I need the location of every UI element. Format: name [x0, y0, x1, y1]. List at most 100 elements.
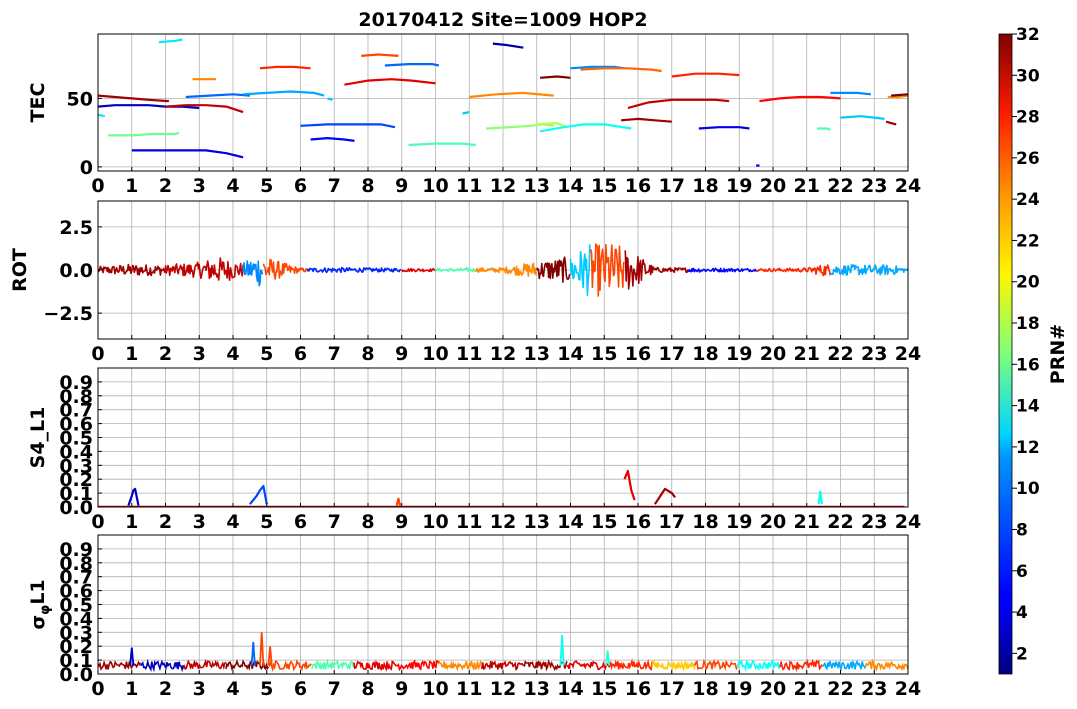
colorbar: 2468101214161820222426283032 PRN#: [998, 25, 1069, 675]
x-tick-label: 15: [591, 678, 617, 700]
panel-2: 0 1 2 3 4 5 6 7 8 9 10 11 12 13 14 15 16 17 18 19 20 21 22 23 24…: [9, 200, 921, 365]
x-tick-label: 8: [361, 343, 374, 365]
series-prn-22: [651, 659, 696, 672]
series-prn-27: [756, 264, 832, 277]
x-tick-label: 3: [193, 678, 206, 700]
series-prn-30: [165, 104, 244, 114]
x-tick-label: 15: [591, 175, 617, 197]
x-tick-label: 22: [827, 511, 853, 533]
x-tick-label: 22: [827, 343, 853, 365]
x-tick-label: 17: [659, 175, 685, 197]
x-tick-label: 3: [193, 343, 206, 365]
x-tick-label: 19: [726, 511, 752, 533]
series-prn-5: [310, 137, 355, 142]
x-tick-label: 8: [361, 678, 374, 700]
x-tick-label: 17: [659, 511, 685, 533]
x-tick-label: 4: [226, 175, 239, 197]
x-tick-label: 18: [692, 678, 718, 700]
x-tick-label: 17: [659, 678, 685, 700]
series-prn-11: [840, 115, 885, 120]
x-tick-label: 6: [294, 343, 307, 365]
x-tick-label: 0: [91, 511, 104, 533]
series-prn-13: [539, 123, 632, 133]
x-tick-label: 2: [159, 343, 172, 365]
series-prn-9: [830, 91, 872, 96]
x-tick-label: 16: [625, 511, 651, 533]
x-tick-label: 12: [490, 343, 516, 365]
x-tick-label: 16: [625, 343, 651, 365]
x-tick-label: 5: [260, 678, 273, 700]
y-axis-label: σφL1: [27, 579, 53, 629]
series-prn-16: [108, 131, 180, 137]
x-tick-label: 11: [456, 511, 482, 533]
colorbar-tick-label: 8: [1016, 520, 1028, 540]
x-tick-label: 8: [361, 175, 374, 197]
series-prn-13: [817, 490, 823, 505]
spike-prn-8: [250, 641, 256, 666]
series-prn-12: [158, 38, 183, 44]
series-prn-28: [396, 659, 440, 672]
figure-title: 20170412 Site=1009 HOP2: [358, 9, 647, 31]
series-prn-24: [864, 658, 908, 673]
panels: 0 1 2 3 4 5 6 7 8 9 10 11 12 13 14 15 16 17 18 19 20 21 22 23 24…: [9, 33, 921, 700]
x-tick-label: 16: [625, 678, 651, 700]
x-tick-label: 10: [422, 678, 448, 700]
colorbar-gradient: [998, 33, 1013, 675]
x-tick-label: 14: [557, 175, 583, 197]
series-prn-15: [408, 142, 477, 147]
y-axis-label: S4_L1: [27, 407, 49, 469]
series-prn-32: [540, 75, 571, 79]
series-prn-6: [306, 266, 401, 274]
x-tick-label: 7: [328, 511, 341, 533]
x-tick-label: 11: [456, 343, 482, 365]
x-tick-label: 20: [760, 175, 786, 197]
x-tick-label: 21: [794, 511, 820, 533]
colorbar-tick-label: 22: [1016, 231, 1040, 251]
x-tick-label: 20: [760, 678, 786, 700]
x-tick-label: 7: [328, 343, 341, 365]
series-prn-8: [185, 93, 250, 99]
x-tick-label: 19: [726, 343, 752, 365]
series-prn-30: [627, 98, 730, 110]
series-prn-26: [267, 659, 312, 673]
figure: 20170412 Site=1009 HOP2 0 1 2 3 4 5 6 7 8 9 10 11 12…: [9, 9, 1069, 700]
y-tick-label: −2.5: [43, 303, 93, 325]
x-tick-label: 9: [395, 343, 408, 365]
y-axis-label: TEC: [27, 83, 49, 123]
x-tick-label: 2: [159, 175, 172, 197]
series-prn-26: [262, 258, 308, 280]
series-prn-5: [687, 267, 757, 273]
x-tick-label: 1: [125, 175, 138, 197]
x-tick-label: 12: [490, 175, 516, 197]
x-tick-label: 13: [524, 343, 550, 365]
series-prn-4: [131, 149, 244, 159]
x-tick-label: 24: [895, 511, 921, 533]
spike-prn-26: [259, 632, 265, 666]
series-prn-10: [243, 90, 325, 97]
colorbar-tick-label: 30: [1016, 66, 1040, 86]
x-tick-label: 7: [328, 175, 341, 197]
x-tick-label: 3: [193, 175, 206, 197]
series-prn-15: [310, 658, 355, 671]
colorbar-tick-label: 12: [1016, 438, 1040, 458]
series-prn-11: [327, 97, 333, 101]
colorbar-tick-label: 4: [1016, 603, 1028, 623]
colorbar-tick-label: 16: [1016, 355, 1040, 375]
x-tick-label: 23: [861, 343, 887, 365]
x-tick-label: 24: [895, 678, 921, 700]
x-tick-label: 9: [395, 678, 408, 700]
x-tick-label: 19: [726, 678, 752, 700]
series-prn-7: [249, 485, 268, 505]
x-tick-label: 1: [125, 343, 138, 365]
series-prn-29: [344, 78, 436, 86]
x-tick-label: 3: [193, 511, 206, 533]
x-tick-label: 12: [490, 511, 516, 533]
series-prn-4: [698, 126, 750, 130]
series-prn-13: [736, 659, 781, 673]
spike-prn-13: [559, 635, 565, 666]
x-tick-label: 0: [91, 175, 104, 197]
x-tick-label: 14: [557, 343, 583, 365]
series-prn-24: [438, 660, 483, 672]
x-tick-label: 9: [395, 175, 408, 197]
x-tick-label: 23: [861, 175, 887, 197]
